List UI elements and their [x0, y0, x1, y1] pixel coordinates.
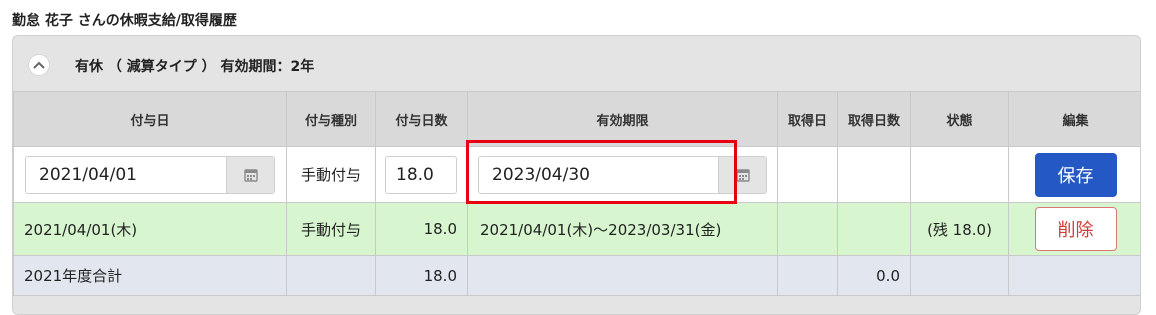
header-grant-date: 付与日	[13, 91, 287, 147]
grant-date-cell: 2021/04/01(木)	[13, 202, 287, 256]
grant-type-cell: 手動付与	[286, 146, 376, 203]
chevron-up-icon[interactable]	[28, 54, 50, 76]
total-label-cell: 2021年度合計	[13, 255, 287, 296]
validity-period-cell: 2021/04/01(木)～2023/03/31(金)	[467, 202, 778, 256]
taken-days-cell	[837, 202, 911, 256]
taken-date-cell	[777, 202, 838, 256]
panel-header: 有休 （ 減算タイプ ） 有効期間：2年	[13, 36, 1140, 91]
total-expiry-cell	[467, 255, 778, 296]
grant-row: 2021/04/01(木) 手動付与 18.0 2021/04/01(木)～20…	[13, 202, 1140, 256]
leave-history-table: 付与日 付与種別 付与日数 有効期限 取得日 取得日数 状態 編集 2021/0…	[13, 91, 1140, 296]
total-row: 2021年度合計 18.0 0.0	[13, 255, 1140, 296]
calendar-icon[interactable]	[226, 156, 274, 193]
total-grant-days-cell: 18.0	[375, 255, 468, 296]
expiry-date-input[interactable]: 2023/04/30	[478, 155, 767, 194]
header-taken-days: 取得日数	[837, 91, 911, 147]
header-edit: 編集	[1008, 91, 1140, 147]
grant-days-cell: 18.0	[375, 202, 468, 256]
leave-panel: 有休 （ 減算タイプ ） 有効期間：2年 付与日 付与種別 付与日数 有効期限 …	[12, 35, 1141, 315]
page-title: 勤怠 花子 さんの休暇支給/取得履歴	[12, 13, 237, 29]
expiry-date-value[interactable]: 2023/04/30	[479, 156, 718, 193]
calendar-icon[interactable]	[718, 156, 766, 193]
status-cell	[910, 146, 1009, 203]
save-button[interactable]: 保存	[1034, 152, 1117, 197]
edit-cell: 保存	[1008, 146, 1140, 203]
total-status-cell	[910, 255, 1009, 296]
total-taken-days-cell: 0.0	[837, 255, 911, 296]
grant-days-cell: 18.0	[375, 146, 468, 203]
total-taken-date-cell	[777, 255, 838, 296]
total-edit-cell	[1008, 255, 1140, 296]
taken-days-cell	[837, 146, 911, 203]
grant-date-value[interactable]: 2021/04/01	[26, 156, 226, 193]
status-cell: (残 18.0)	[910, 202, 1009, 256]
grant-days-input[interactable]: 18.0	[385, 155, 457, 194]
table-header-row: 付与日 付与種別 付与日数 有効期限 取得日 取得日数 状態 編集	[13, 91, 1140, 147]
header-expiry: 有効期限	[467, 91, 778, 147]
header-taken-date: 取得日	[777, 91, 838, 147]
grant-type-cell: 手動付与	[286, 202, 376, 256]
header-status: 状態	[910, 91, 1009, 147]
taken-date-cell	[777, 146, 838, 203]
delete-button[interactable]: 削除	[1034, 207, 1117, 251]
total-grant-type-cell	[286, 255, 376, 296]
expiry-cell: 2023/04/30	[467, 146, 778, 203]
header-grant-type: 付与種別	[286, 91, 376, 147]
edit-row: 2021/04/01 手動付与 18.0 2023/04/30 保存	[13, 146, 1140, 203]
header-grant-days: 付与日数	[375, 91, 468, 147]
panel-heading: 有休 （ 減算タイプ ） 有効期間：2年	[75, 59, 315, 75]
grant-date-input[interactable]: 2021/04/01	[25, 155, 275, 194]
edit-cell: 削除	[1008, 202, 1140, 256]
grant-date-cell: 2021/04/01	[13, 146, 287, 203]
